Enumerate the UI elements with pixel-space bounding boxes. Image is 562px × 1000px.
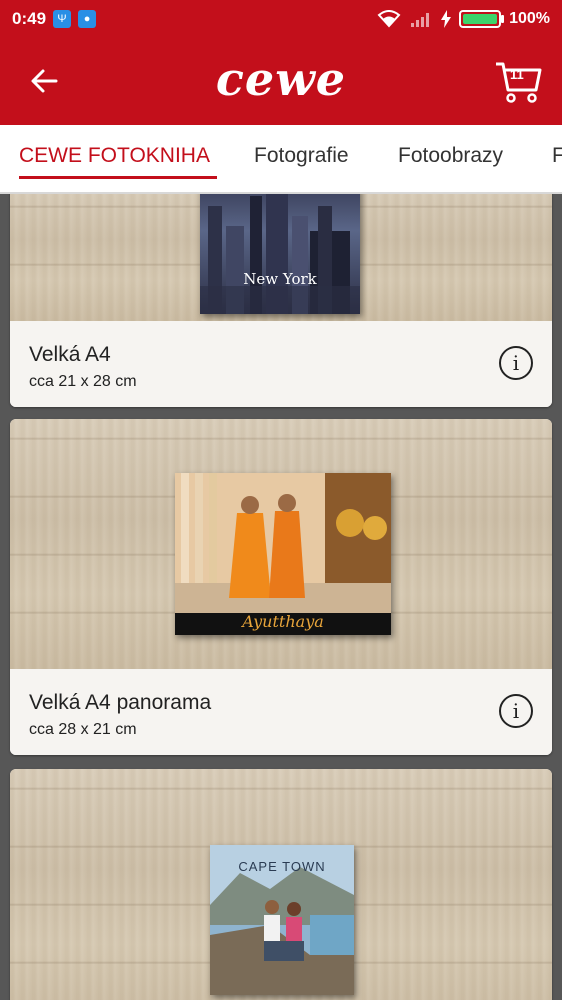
product-card-velka-a4[interactable]: New York Velká A4 cca 21 x 28 cm i	[10, 194, 552, 407]
cape-town-book-cover: CAPE TOWN	[210, 845, 354, 995]
tab-fotoobrazy[interactable]: Fotoobrazy	[398, 144, 503, 168]
product-info: Velká A4 panorama cca 28 x 21 cm i	[10, 669, 552, 755]
city-skyline-image	[200, 194, 360, 314]
notification-app-icon: ●	[78, 10, 97, 28]
product-image-area: CAPE TOWN	[10, 769, 552, 1000]
wifi-icon	[377, 10, 401, 28]
monks-photo-image	[175, 473, 391, 635]
category-tabs: CEWE FOTOKNIHA Fotografie Fotoobrazy F	[0, 125, 562, 194]
product-list[interactable]: New York Velká A4 cca 21 x 28 cm i Ayutt…	[0, 194, 562, 1000]
usb-icon: Ψ	[53, 10, 72, 28]
product-card-cape-town[interactable]: CAPE TOWN	[10, 769, 552, 1000]
active-tab-indicator	[19, 176, 217, 179]
product-size: cca 21 x 28 cm	[29, 373, 137, 390]
tab-fotografie[interactable]: Fotografie	[254, 144, 349, 168]
product-image-area: Ayutthaya	[10, 419, 552, 669]
battery-icon	[459, 10, 505, 28]
tab-cewe-fotokniha[interactable]: CEWE FOTOKNIHA	[19, 144, 210, 168]
info-icon[interactable]: i	[499, 346, 533, 380]
new-york-book-cover: New York	[200, 194, 360, 314]
status-time: 0:49	[12, 9, 47, 28]
product-title: Velká A4 panorama	[29, 691, 212, 714]
tab-next-partial[interactable]: F	[552, 144, 562, 168]
app-bar: cewe 11	[0, 38, 562, 125]
product-card-velka-a4-panorama[interactable]: Ayutthaya Velká A4 panorama cca 28 x 21 …	[10, 419, 552, 755]
signal-icon	[411, 13, 430, 27]
cewe-logo: cewe	[215, 52, 347, 106]
charging-icon	[441, 10, 452, 28]
cover-title: CAPE TOWN	[238, 859, 326, 874]
battery-percent: 100%	[509, 10, 550, 27]
status-bar: 0:49 Ψ ● 100%	[0, 0, 562, 38]
cover-title: New York	[243, 270, 317, 288]
info-icon[interactable]: i	[499, 694, 533, 728]
battery-fill	[463, 14, 498, 24]
product-image-area: New York	[10, 194, 552, 321]
product-info: Velká A4 cca 21 x 28 cm i	[10, 321, 552, 407]
cart-count-badge: 11	[510, 67, 524, 82]
product-title: Velká A4	[29, 343, 111, 366]
cover-title: Ayutthaya	[242, 612, 324, 631]
cart-button[interactable]: 11	[494, 60, 544, 104]
ayutthaya-book-cover: Ayutthaya	[175, 473, 391, 635]
product-size: cca 28 x 21 cm	[29, 721, 137, 738]
